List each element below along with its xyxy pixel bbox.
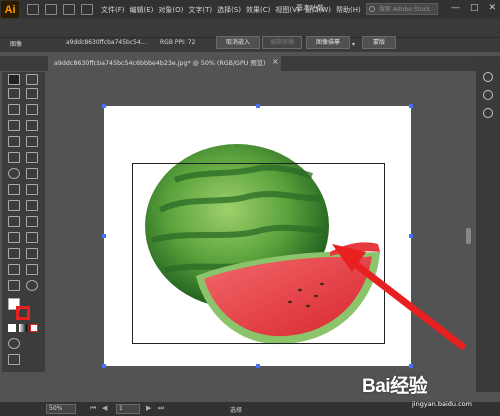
prev-artboard-button[interactable]: ◀ [102,404,107,412]
artboard-number-field[interactable]: 1 [116,404,140,414]
last-artboard-button[interactable]: ⏭ [158,404,164,413]
current-tool-status: 选择 [230,407,243,414]
annotation-arrow [332,244,466,350]
illustrator-window: Ai 文件(F) 编辑(E) 对象(O) 文字(T) 选择(S) 效果(C) 视… [0,0,500,416]
zoom-level-field[interactable]: 50% [46,404,76,414]
watermark-url: jingyan.baidu.com [412,400,472,408]
baidu-jingyan-watermark: Bai经验 [362,376,428,397]
first-artboard-button[interactable]: ⏮ [90,404,96,413]
next-artboard-button[interactable]: ▶ [146,404,151,412]
